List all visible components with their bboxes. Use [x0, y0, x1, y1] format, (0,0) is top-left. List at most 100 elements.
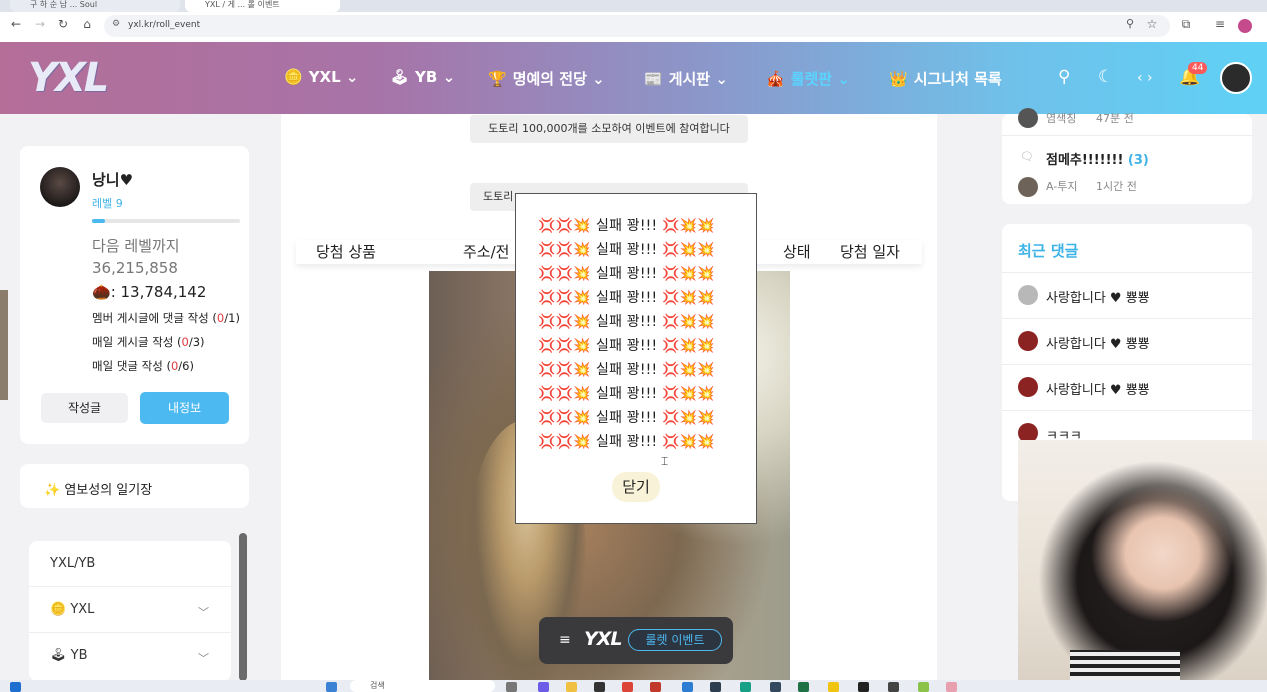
nav-yxl[interactable]: 🪙 YXL ⌄: [284, 68, 359, 86]
notification-badge: 44: [1188, 62, 1208, 74]
acorn-count: : 13,784,142: [110, 283, 207, 301]
nav-label: YB: [415, 68, 438, 86]
app-icon[interactable]: [682, 682, 693, 692]
fail-result-line: 💢💢💥 실패 꽝!!! 💢💥💥: [538, 431, 715, 451]
app-icon[interactable]: [710, 682, 721, 692]
post-time: 47분 전: [1096, 112, 1134, 125]
site-logo[interactable]: YXL: [28, 55, 109, 101]
url-text[interactable]: yxl.kr/roll_event: [128, 20, 200, 30]
sidebar-scrollbar[interactable]: [239, 533, 247, 681]
diary-label: 염보성의 일기장: [64, 483, 153, 498]
divider: [1002, 135, 1252, 136]
media-icon[interactable]: ≡: [1212, 17, 1228, 31]
site-info-icon[interactable]: ⚙: [112, 19, 120, 29]
search-icon[interactable]: ⚲: [1058, 67, 1070, 87]
chevron-down-icon[interactable]: ﹀: [198, 604, 209, 620]
nav-yb[interactable]: 🕹 YB ⌄: [390, 68, 455, 86]
nav-label: 룰렛판: [790, 70, 833, 88]
header-avatar[interactable]: [1220, 62, 1252, 94]
app-icon[interactable]: [888, 682, 899, 692]
circus-tent-icon: 🎪: [766, 70, 785, 88]
player-logo[interactable]: YXL: [584, 628, 623, 650]
app-icon[interactable]: [946, 682, 957, 692]
comment-item[interactable]: 사랑합니다 ♥ 뿅뿅: [1046, 333, 1150, 352]
event-entry-notice[interactable]: 도토리 100,000개를 소모하여 이벤트에 참여합니다: [470, 115, 748, 143]
avatar: [40, 167, 80, 207]
coin-icon: 🪙: [50, 602, 67, 617]
profile-level: 레벨 9: [92, 197, 123, 210]
hamburger-menu-icon[interactable]: ≡: [559, 632, 571, 648]
comment-item[interactable]: 사랑합니다 ♥ 뿅뿅: [1046, 287, 1150, 306]
excel-icon[interactable]: [798, 682, 809, 692]
nav-signature-list[interactable]: 👑 시그니처 목록: [889, 68, 1002, 89]
address-bar[interactable]: [104, 15, 1170, 37]
side-menu-item-yxl[interactable]: 🪙 YXL: [50, 602, 94, 617]
forward-icon[interactable]: →: [32, 17, 48, 31]
anger-boom-icons: 💢💢💥: [538, 338, 596, 354]
fail-text: 실패 꽝!!!: [595, 218, 662, 234]
anger-boom-icons: 💢💥💥: [661, 434, 715, 450]
comment-item[interactable]: 사랑합니다 ♥ 뿅뿅: [1046, 379, 1150, 398]
taskbar-search[interactable]: 검색: [350, 680, 495, 692]
windows-logo-icon[interactable]: [326, 682, 337, 692]
nav-hall-of-fame[interactable]: 🏆 명예의 전당 ⌄: [488, 68, 605, 89]
app-icon[interactable]: [918, 682, 929, 692]
crown-icon: 👑: [889, 70, 908, 88]
task-view-icon[interactable]: [506, 682, 517, 692]
anger-boom-icons: 💢💢💥: [538, 266, 596, 282]
roulette-event-button[interactable]: 룰렛 이벤트: [628, 629, 722, 651]
app-icon[interactable]: [770, 682, 781, 692]
anger-boom-icons: 💢💥💥: [661, 338, 715, 354]
fail-text: 실패 꽝!!!: [595, 362, 662, 378]
zoom-icon[interactable]: ⚲: [1122, 17, 1138, 30]
chrome-icon[interactable]: [622, 682, 633, 692]
fail-text: 실패 꽝!!!: [595, 338, 662, 354]
background-video-strip: [0, 290, 8, 400]
app-icon[interactable]: [650, 682, 661, 692]
home-icon[interactable]: ⌂: [79, 17, 95, 31]
fail-result-line: 💢💢💥 실패 꽝!!! 💢💥💥: [538, 263, 715, 283]
mission-item: 멤버 게시글에 댓글 작성 (0/1): [92, 311, 240, 325]
app-icon[interactable]: [594, 682, 605, 692]
dark-mode-moon-icon[interactable]: ☾: [1098, 67, 1113, 87]
fail-text: 실패 꽝!!!: [595, 266, 662, 282]
fail-result-line: 💢💢💥 실패 꽝!!! 💢💥💥: [538, 407, 715, 427]
code-icon[interactable]: ‹ ›: [1137, 70, 1153, 86]
my-info-button[interactable]: 내정보: [140, 392, 229, 424]
fail-result-line: 💢💢💥 실패 꽝!!! 💢💥💥: [538, 239, 715, 259]
post-title-link[interactable]: 점메추!!!!!!! (3): [1046, 149, 1149, 168]
app-icon[interactable]: [538, 682, 549, 692]
level-progress-track: [92, 219, 240, 223]
anger-boom-icons: 💢💢💥: [538, 218, 596, 234]
chevron-down-icon[interactable]: ﹀: [198, 650, 209, 666]
diary-link[interactable]: ✨ 염보성의 일기장: [44, 479, 152, 498]
back-icon[interactable]: ←: [8, 17, 24, 31]
browser-tab[interactable]: 구 하 순 남 ... Soul: [10, 0, 180, 12]
my-posts-button[interactable]: 작성글: [41, 393, 128, 423]
speech-bubble-icon: 🗨: [1020, 150, 1034, 163]
kakaotalk-icon[interactable]: [828, 682, 839, 692]
extensions-icon[interactable]: ⧉: [1178, 17, 1194, 32]
anger-boom-icons: 💢💢💥: [538, 314, 596, 330]
side-menu-item-yb[interactable]: 🕹 YB: [50, 648, 88, 663]
acorn-balance: 🌰: 13,784,142: [92, 283, 206, 301]
app-icon[interactable]: [858, 682, 869, 692]
nav-roulette[interactable]: 🎪 룰렛판 ⌄: [766, 68, 850, 89]
anger-boom-icons: 💢💢💥: [538, 290, 596, 306]
folder-icon[interactable]: [566, 682, 577, 692]
app-icon[interactable]: [740, 682, 751, 692]
windows-start-icon[interactable]: [10, 682, 21, 692]
post-author: 염색칭: [1046, 112, 1077, 125]
anger-boom-icons: 💢💥💥: [661, 290, 715, 306]
fail-text: 실패 꽝!!!: [595, 410, 662, 426]
browser-tab-active[interactable]: YXL / 게 ... 롤 이벤트: [185, 0, 340, 12]
column-header-status: 상태: [783, 243, 811, 261]
nav-board[interactable]: 📰 게시판 ⌄: [644, 68, 728, 89]
reload-icon[interactable]: ↻: [55, 17, 71, 31]
close-button[interactable]: 닫기: [612, 472, 660, 502]
mission-item: 매일 댓글 작성 (0/6): [92, 359, 194, 373]
acorn-icon: 🌰: [92, 283, 111, 301]
mouse-cursor-icon: ⌶: [661, 454, 669, 468]
bookmark-star-icon[interactable]: ☆: [1144, 17, 1160, 31]
profile-icon[interactable]: [1238, 19, 1252, 33]
